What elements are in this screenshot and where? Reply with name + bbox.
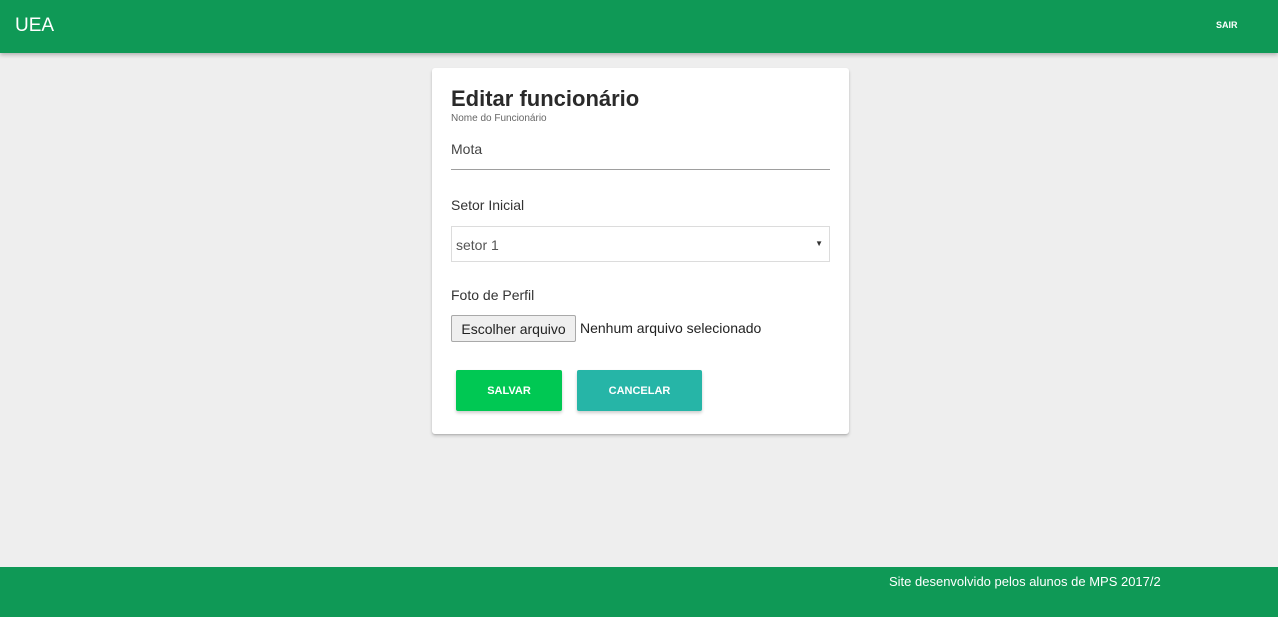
brand-logo[interactable]: UEA: [15, 15, 54, 37]
caret-down-icon: ▼: [815, 239, 823, 248]
choose-file-button[interactable]: Escolher arquivo: [451, 315, 576, 342]
file-status-text: Nenhum arquivo selecionado: [580, 320, 762, 336]
sector-label: Setor Inicial: [451, 197, 525, 213]
logout-link[interactable]: SAIR: [1216, 19, 1238, 31]
name-field-label: Nome do Funcionário: [451, 113, 547, 124]
save-button[interactable]: SALVAR: [456, 370, 562, 411]
sector-select[interactable]: setor 1 ▼: [451, 226, 830, 262]
employee-name-input[interactable]: [451, 136, 830, 170]
photo-label: Foto de Perfil: [451, 287, 535, 303]
page-title: Editar funcionário: [451, 86, 640, 111]
cancel-button[interactable]: CANCELAR: [577, 370, 702, 411]
footer-credits: Site desenvolvido pelos alunos de MPS 20…: [889, 574, 1161, 589]
page-footer: Site desenvolvido pelos alunos de MPS 20…: [0, 567, 1278, 617]
sector-selected-value: setor 1: [456, 237, 499, 253]
top-navbar: UEA SAIR: [0, 0, 1278, 53]
edit-employee-card: Editar funcionário Nome do Funcionário S…: [432, 68, 849, 434]
